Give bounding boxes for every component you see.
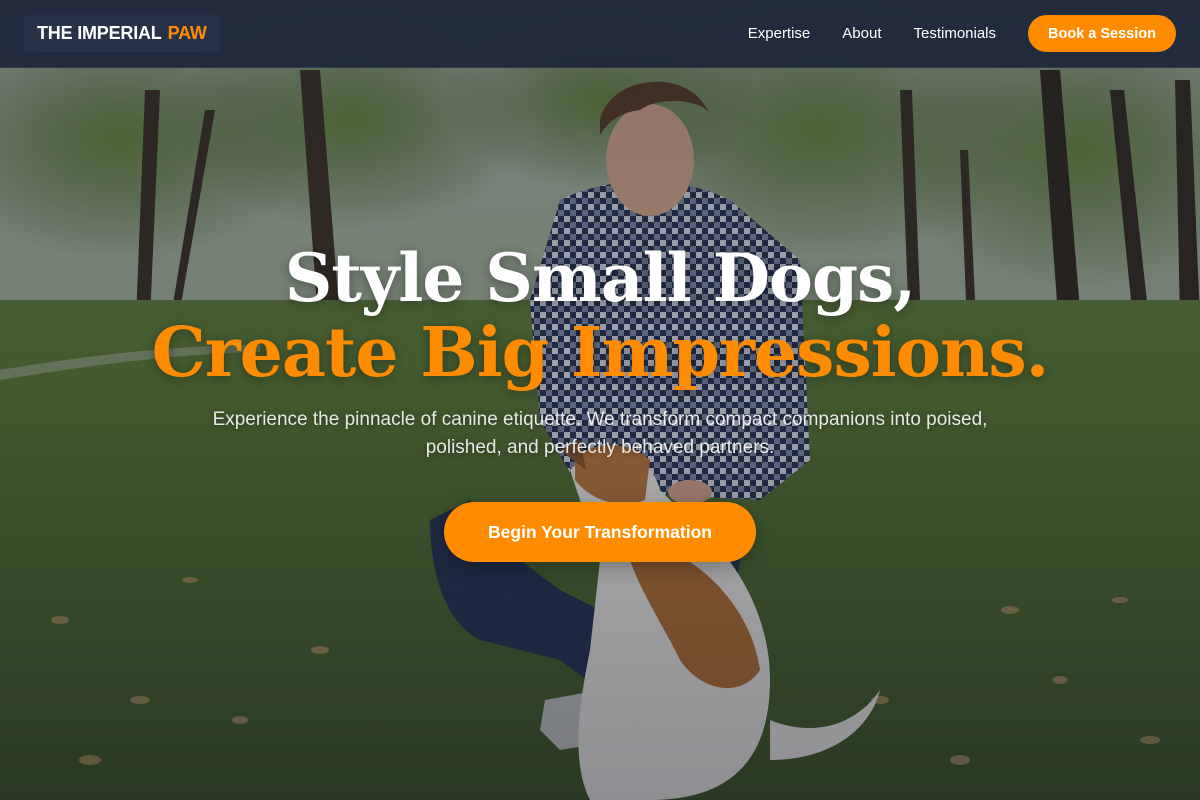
hero-headline-line1: Style Small Dogs, bbox=[284, 239, 916, 317]
begin-transformation-button[interactable]: Begin Your Transformation bbox=[444, 502, 756, 562]
brand-name-accent: PAW bbox=[167, 23, 207, 43]
brand-name-main: THE IMPERIAL bbox=[37, 23, 162, 43]
hero-headline-line2: Create Big Impressions. bbox=[151, 313, 1050, 393]
brand-logo[interactable]: THE IMPERIAL PAW bbox=[24, 15, 220, 52]
main-nav: Expertise About Testimonials Book a Sess… bbox=[748, 15, 1176, 52]
hero-subtext: Experience the pinnacle of canine etique… bbox=[212, 409, 988, 458]
nav-link-testimonials[interactable]: Testimonials bbox=[913, 25, 996, 42]
nav-link-expertise[interactable]: Expertise bbox=[748, 25, 811, 42]
landing-page: THE IMPERIAL PAW Expertise About Testimo… bbox=[0, 0, 1200, 800]
hero-section: Style Small Dogs, Create Big Impressions… bbox=[0, 0, 1200, 800]
book-session-button[interactable]: Book a Session bbox=[1028, 15, 1176, 52]
site-header: THE IMPERIAL PAW Expertise About Testimo… bbox=[0, 0, 1200, 68]
nav-link-about[interactable]: About bbox=[842, 25, 881, 42]
